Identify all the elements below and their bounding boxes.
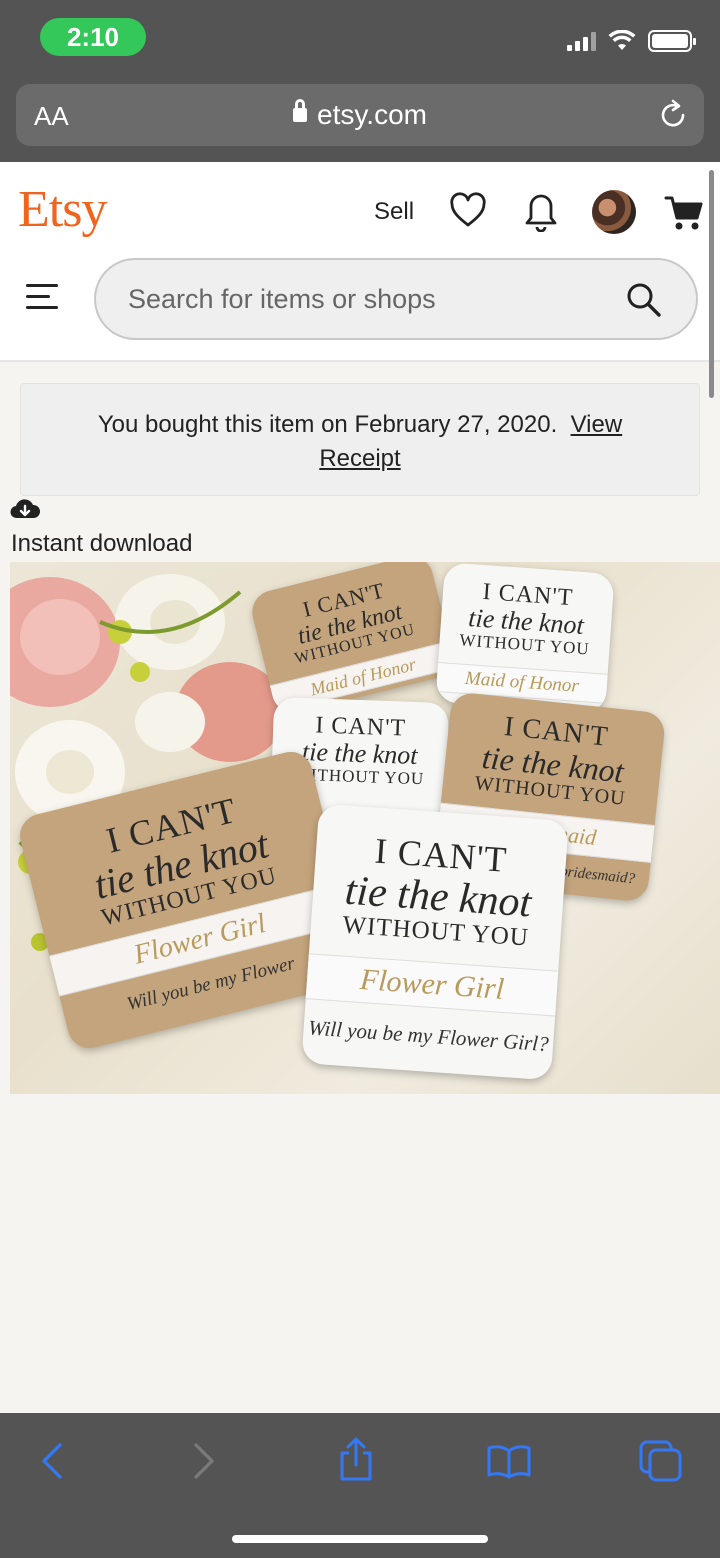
view-receipt-link-cont[interactable]: Receipt — [319, 445, 400, 472]
status-icons — [567, 30, 696, 52]
cloud-download-icon — [10, 499, 40, 519]
etsy-logo[interactable]: Etsy — [18, 180, 107, 239]
browser-chrome-top: 2:10 AA etsy.com — [0, 0, 720, 162]
back-icon[interactable] — [38, 1441, 68, 1481]
purchase-notice: You bought this item on February 27, 202… — [20, 383, 700, 496]
card-ribbon: Flower Girl — [301, 952, 569, 1018]
sell-link[interactable]: Sell — [374, 198, 414, 226]
notifications-bell-icon[interactable] — [522, 192, 560, 232]
user-avatar[interactable] — [592, 190, 636, 234]
wifi-icon — [608, 30, 636, 50]
home-indicator[interactable] — [232, 1535, 488, 1543]
search-input[interactable] — [128, 260, 608, 338]
view-receipt-link[interactable]: View — [571, 411, 623, 438]
product-card: I CAN'T tie the knot WITHOUT YOU Maid of… — [435, 562, 615, 714]
favorites-heart-icon[interactable] — [449, 192, 487, 228]
reload-icon[interactable] — [656, 98, 690, 132]
menu-hamburger-icon[interactable] — [26, 284, 58, 317]
search-bar — [94, 258, 698, 340]
url-domain: etsy.com — [317, 99, 427, 130]
bookmarks-icon[interactable] — [486, 1443, 532, 1479]
url-display[interactable]: etsy.com — [16, 99, 704, 131]
purchase-notice-text: You bought this item on February 27, 202… — [97, 411, 558, 438]
product-image[interactable]: I CAN'T tie the knot WITHOUT YOU Maid of… — [10, 562, 720, 1094]
cellular-signal-icon — [567, 31, 596, 51]
page-scrollbar[interactable] — [709, 170, 714, 398]
site-header: Etsy Sell — [0, 162, 720, 362]
address-bar[interactable]: AA etsy.com — [16, 84, 704, 146]
battery-icon — [648, 30, 696, 52]
share-icon[interactable] — [336, 1435, 376, 1483]
status-time: 2:10 — [40, 18, 146, 56]
product-card: I CAN'T tie the knot WITHOUT YOU Flower … — [301, 803, 569, 1081]
forward-icon[interactable] — [188, 1441, 218, 1481]
tabs-icon[interactable] — [638, 1439, 684, 1483]
shopping-cart-icon[interactable] — [664, 194, 704, 232]
instant-download-label: Instant download — [11, 530, 193, 557]
search-icon[interactable] — [626, 282, 662, 318]
card-subtext: Will you be my Flower Girl? — [307, 1015, 550, 1057]
lock-icon — [293, 99, 308, 122]
